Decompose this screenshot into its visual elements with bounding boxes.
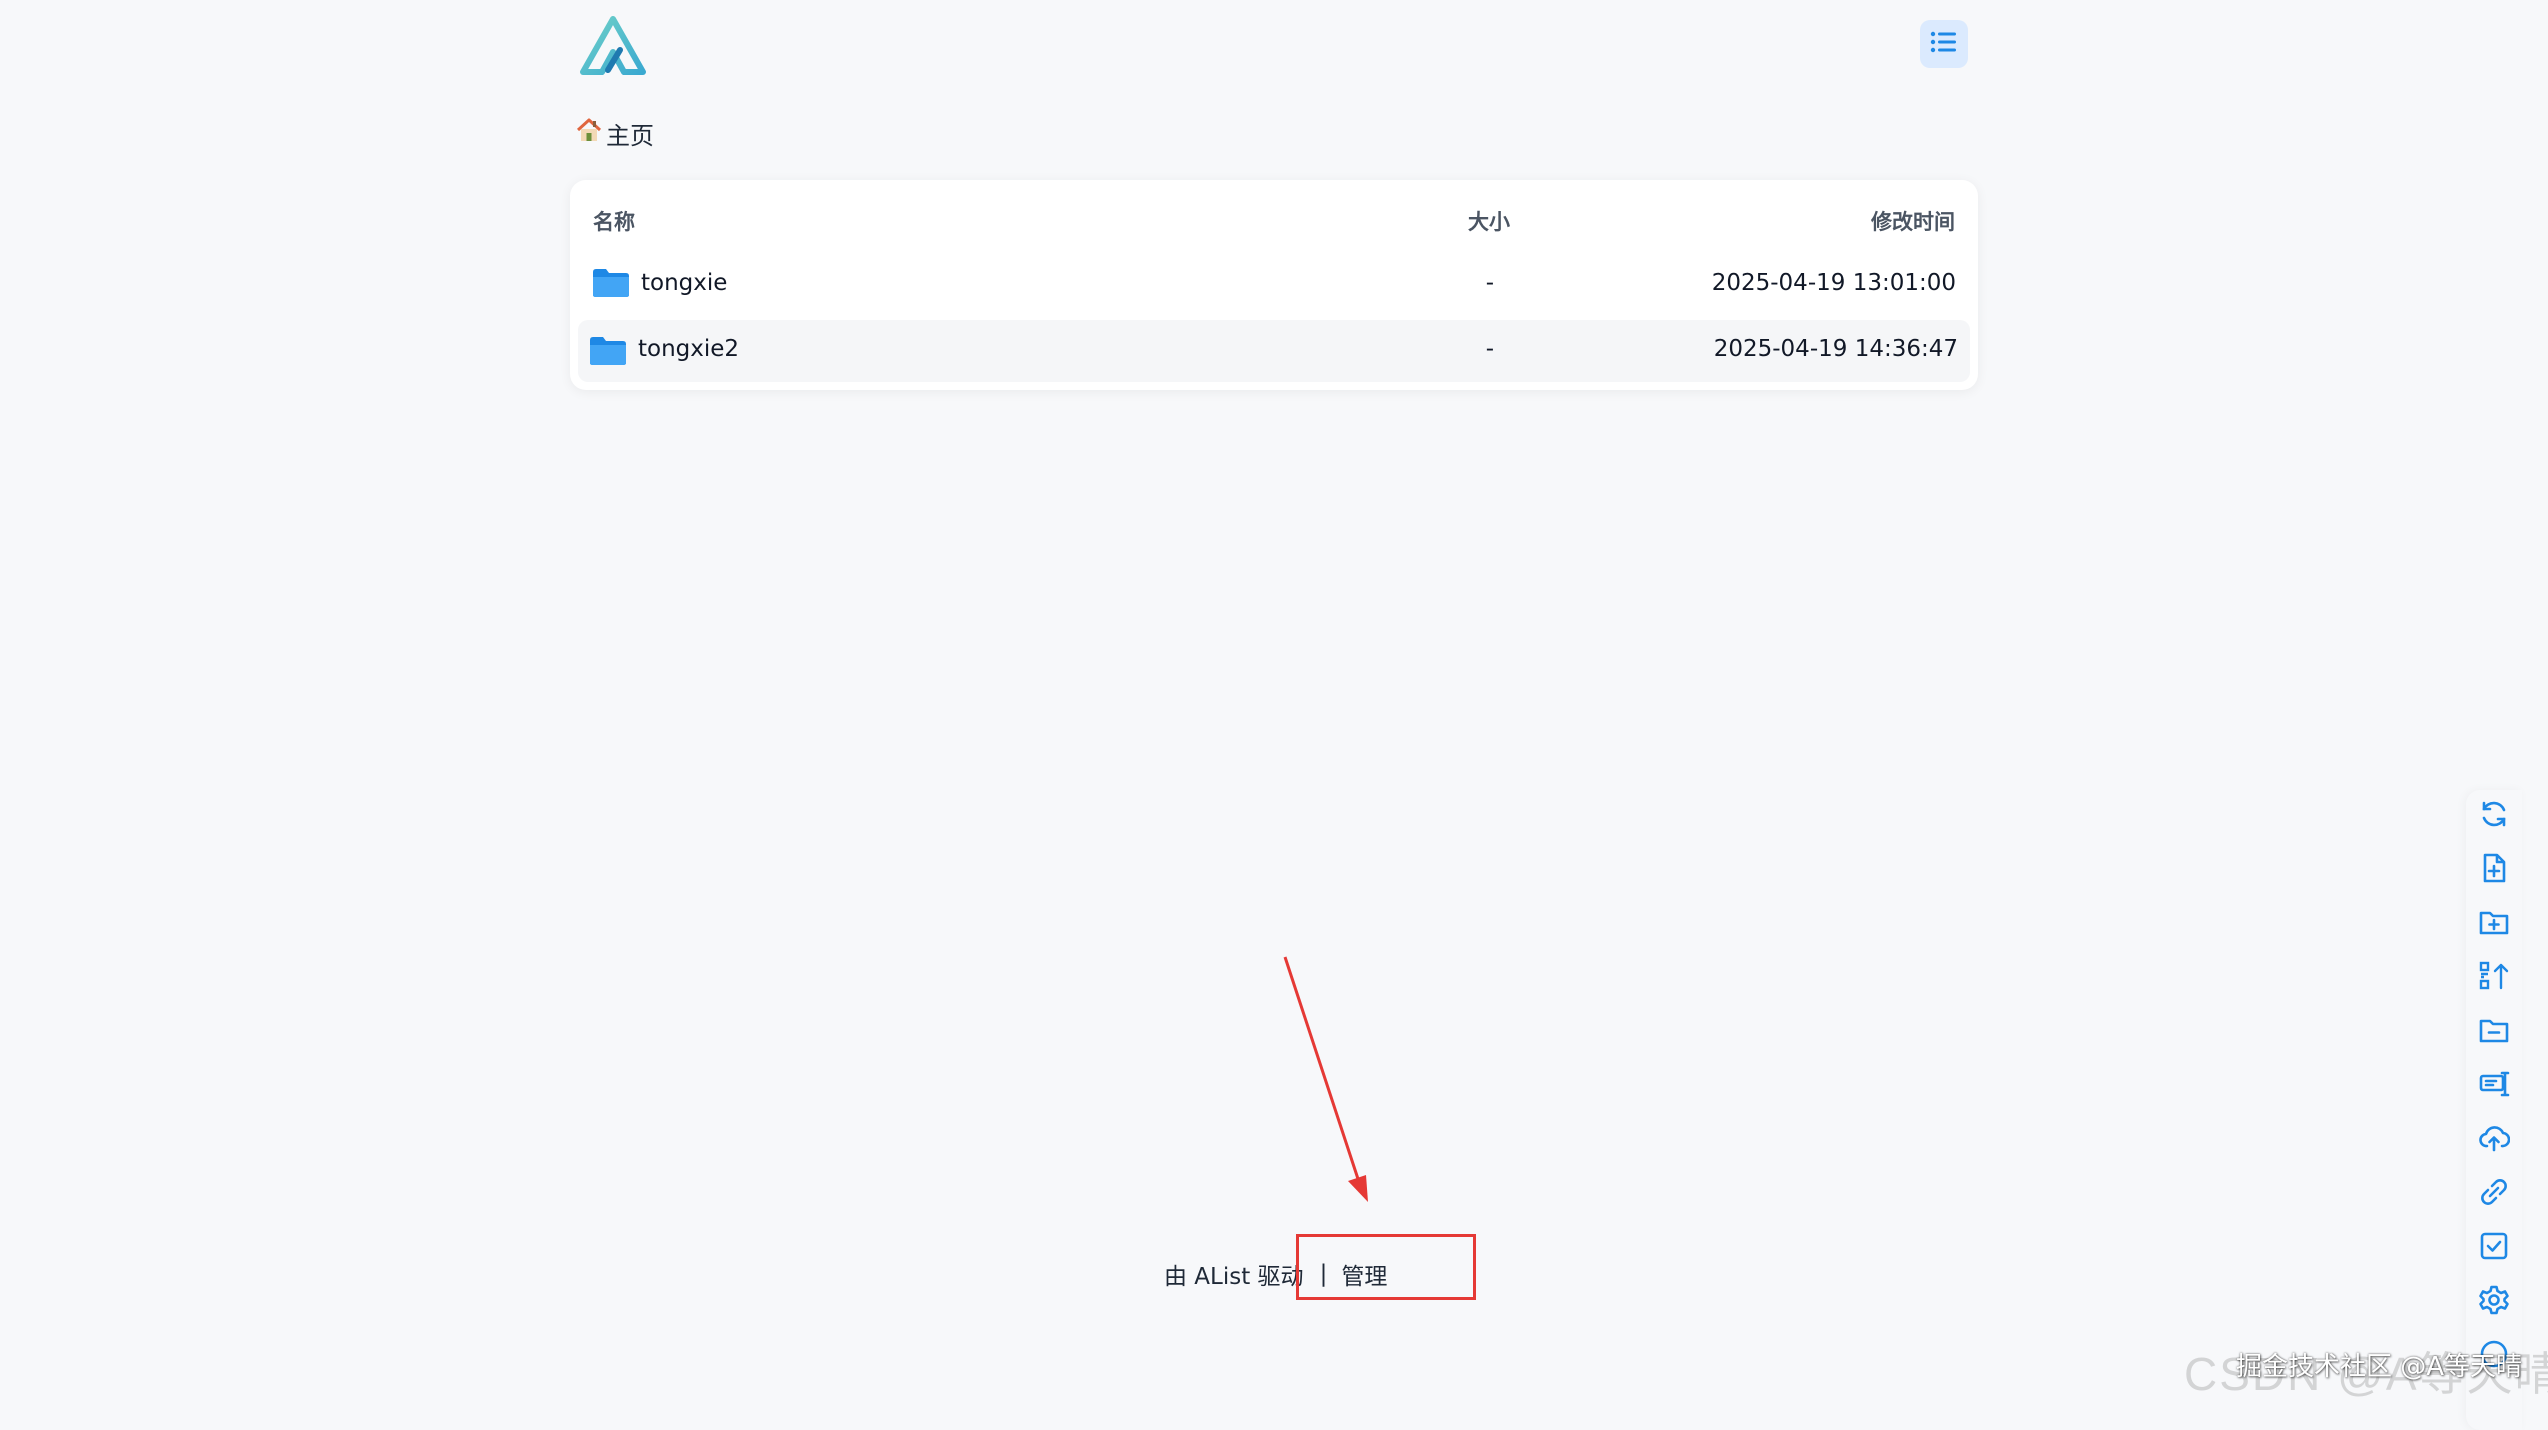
offline-download-button[interactable] xyxy=(2474,1174,2514,1214)
new-folder-button[interactable] xyxy=(2474,904,2514,944)
new-file-button[interactable] xyxy=(2474,850,2514,890)
refresh-icon xyxy=(2478,798,2510,834)
remove-empty-folder-icon xyxy=(2478,1014,2510,1050)
settings-button[interactable] xyxy=(2474,1282,2514,1322)
file-list-header: 名称 大小 修改时间 xyxy=(570,180,1978,260)
batch-rename-icon xyxy=(2478,1068,2510,1104)
file-modified: 2025-04-19 13:01:00 xyxy=(1711,270,1956,296)
upload-icon xyxy=(2478,1122,2511,1158)
file-modified: 2025-04-19 14:36:47 xyxy=(1713,336,1958,362)
column-header-name[interactable]: 名称 xyxy=(593,206,635,236)
column-header-modified[interactable]: 修改时间 xyxy=(1871,206,1955,236)
file-name[interactable]: tongxie xyxy=(641,270,727,296)
breadcrumb[interactable]: 主页 xyxy=(576,116,654,150)
juejin-watermark: 掘金技术社区 @A等天晴 xyxy=(2236,1352,2523,1382)
refresh-button[interactable] xyxy=(2474,796,2514,836)
file-row-tongxie[interactable]: tongxie - 2025-04-19 13:01:00 xyxy=(578,254,1970,316)
recursive-move-icon xyxy=(2478,960,2510,996)
file-name[interactable]: tongxie2 xyxy=(638,336,739,362)
batch-rename-button[interactable] xyxy=(2474,1066,2514,1106)
file-size: - xyxy=(1485,270,1494,296)
right-toolbar xyxy=(2466,790,2522,1430)
settings-icon xyxy=(2478,1284,2510,1320)
annotation-arrow xyxy=(1283,956,1368,1202)
checkbox-select-icon xyxy=(2478,1230,2510,1266)
new-folder-icon xyxy=(2478,906,2510,942)
folder-icon xyxy=(590,336,626,370)
upload-button[interactable] xyxy=(2474,1120,2514,1160)
layout-toggle-button[interactable] xyxy=(1920,20,1968,68)
house-icon xyxy=(576,117,602,149)
select-mode-button[interactable] xyxy=(2474,1228,2514,1268)
file-size: - xyxy=(1485,336,1494,362)
recursive-move-button[interactable] xyxy=(2474,958,2514,998)
folder-icon xyxy=(593,268,629,302)
new-file-icon xyxy=(2478,852,2510,888)
powered-by-text: 由 AList 驱动 xyxy=(1164,1264,1304,1290)
file-row-tongxie2[interactable]: tongxie2 - 2025-04-19 14:36:47 xyxy=(578,320,1970,382)
remove-empty-folder-button[interactable] xyxy=(2474,1012,2514,1052)
offline-download-icon xyxy=(2478,1176,2510,1212)
annotation-highlight-box xyxy=(1296,1234,1476,1300)
column-header-size[interactable]: 大小 xyxy=(1468,206,1510,236)
list-view-icon xyxy=(1930,30,1958,58)
alist-logo-icon[interactable] xyxy=(580,16,646,76)
breadcrumb-home-label: 主页 xyxy=(606,121,654,150)
